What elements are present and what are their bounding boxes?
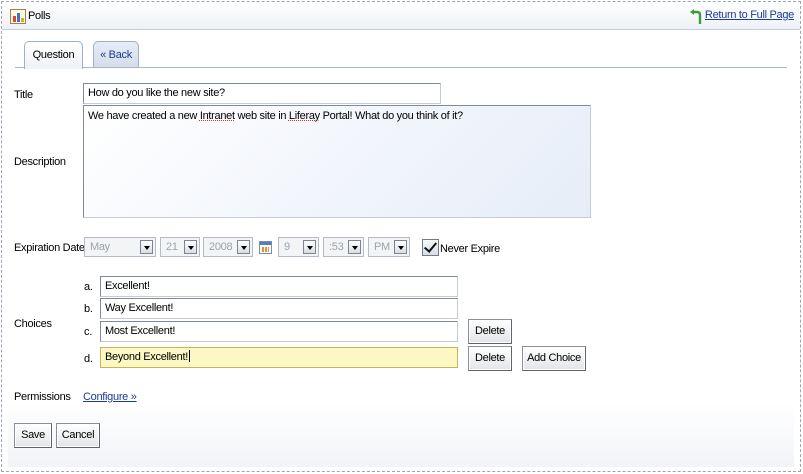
text-cursor	[188, 350, 190, 362]
spellcheck-word-liferay: Liferay	[288, 110, 320, 122]
return-to-full-page-link[interactable]: Return to Full Page	[705, 9, 794, 21]
add-choice-button[interactable]: Add Choice	[522, 346, 586, 371]
choice-c-input[interactable]: Most Excellent!	[100, 321, 458, 342]
choice-b-input[interactable]: Way Excellent!	[100, 298, 458, 319]
save-button[interactable]: Save	[14, 423, 52, 448]
expiration-hour-select[interactable]: 9	[278, 237, 319, 257]
description-text-start: We have created a new	[88, 110, 200, 122]
ampm-value: PM	[374, 241, 390, 253]
expiration-minute-select[interactable]: :53	[323, 237, 364, 257]
delete-choice-d-button[interactable]: Delete	[468, 346, 512, 371]
title-input[interactable]: How do you like the new site?	[83, 83, 441, 104]
description-label: Description	[14, 156, 66, 168]
cancel-button[interactable]: Cancel	[56, 423, 100, 448]
polls-chart-icon	[10, 9, 26, 24]
minute-value: :53	[329, 241, 344, 253]
description-text-middle: web site in	[234, 110, 289, 122]
polls-portlet: Polls Return to Full Page Question « Bac…	[1, 1, 801, 472]
never-expire-checkbox[interactable]	[422, 239, 439, 256]
choice-d-value: Beyond Excellent!	[105, 351, 188, 363]
never-expire-label: Never Expire	[440, 243, 500, 255]
choices-label: Choices	[14, 318, 52, 330]
delete-choice-c-button[interactable]: Delete	[468, 319, 512, 344]
hour-value: 9	[284, 241, 290, 253]
choice-letter-c: c.	[84, 326, 92, 338]
month-value: May	[90, 241, 110, 253]
description-textarea[interactable]: We have created a new Intranet web site …	[83, 105, 591, 218]
tabs-divider	[15, 67, 787, 68]
year-value: 2008	[209, 241, 233, 253]
title-label: Title	[14, 89, 33, 101]
spellcheck-word-intranet: Intranet	[199, 110, 235, 122]
chevron-down-icon	[140, 240, 153, 254]
choice-a-input[interactable]: Excellent!	[100, 276, 458, 297]
calendar-icon[interactable]	[259, 241, 272, 254]
expiration-ampm-select[interactable]: PM	[368, 237, 410, 257]
choice-letter-d: d.	[84, 353, 93, 365]
return-arrow-icon	[689, 9, 703, 25]
return-to-full-page[interactable]: Return to Full Page	[689, 9, 794, 25]
expiration-date-label: Expiration Date	[14, 242, 85, 254]
expiration-month-select[interactable]: May	[84, 237, 156, 257]
chevron-down-icon	[348, 240, 361, 254]
configure-permissions-link[interactable]: Configure »	[83, 391, 137, 403]
choice-letter-a: a.	[84, 281, 93, 293]
chevron-down-icon	[303, 240, 316, 254]
chevron-down-icon	[237, 240, 250, 254]
chevron-down-icon	[394, 240, 407, 254]
chevron-down-icon	[184, 240, 197, 254]
permissions-label: Permissions	[14, 391, 71, 403]
expiration-day-select[interactable]: 21	[160, 237, 200, 257]
choice-letter-b: b.	[84, 303, 93, 315]
expiration-year-select[interactable]: 2008	[203, 237, 253, 257]
portlet-titlebar: Polls Return to Full Page	[2, 2, 800, 30]
choice-d-input[interactable]: Beyond Excellent!	[100, 347, 458, 368]
day-value: 21	[166, 241, 178, 253]
description-text-end: Portal! What do you think of it?	[319, 110, 464, 122]
tab-question[interactable]: Question	[24, 41, 83, 69]
tab-back[interactable]: « Back	[93, 41, 139, 68]
portlet-title: Polls	[28, 10, 51, 22]
